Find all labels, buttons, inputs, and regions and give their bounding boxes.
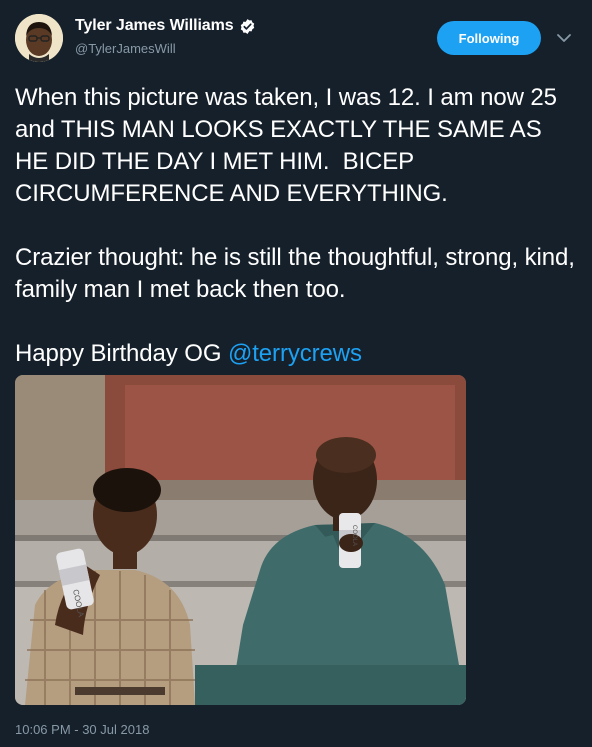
author-display-name[interactable]: Tyler James Williams <box>75 17 234 35</box>
tweet-timestamp[interactable]: 10:06 PM - 30 Jul 2018 <box>15 722 149 737</box>
verified-badge-icon <box>240 18 254 34</box>
author-handle[interactable]: @TylerJamesWill <box>75 41 176 56</box>
avatar[interactable] <box>15 14 63 62</box>
author-name-row[interactable]: Tyler James Williams <box>75 17 256 35</box>
chevron-down-icon[interactable] <box>556 31 572 45</box>
avatar-image <box>15 14 63 62</box>
tweet-paragraph-3: Happy Birthday OG <box>15 340 228 367</box>
can-label-right: COOLA <box>351 525 357 546</box>
tweet-text: When this picture was taken, I was 12. I… <box>15 82 580 370</box>
mention-link[interactable]: @terrycrews <box>228 340 362 367</box>
tweet-paragraph-2: Crazier thought: he is still the thought… <box>15 244 582 303</box>
following-button[interactable]: Following <box>437 21 541 55</box>
photo-illustration: COOLA COOLA <box>15 375 466 705</box>
tweet-photo[interactable]: COOLA COOLA <box>15 375 466 705</box>
tweet-paragraph-1: When this picture was taken, I was 12. I… <box>15 84 564 207</box>
